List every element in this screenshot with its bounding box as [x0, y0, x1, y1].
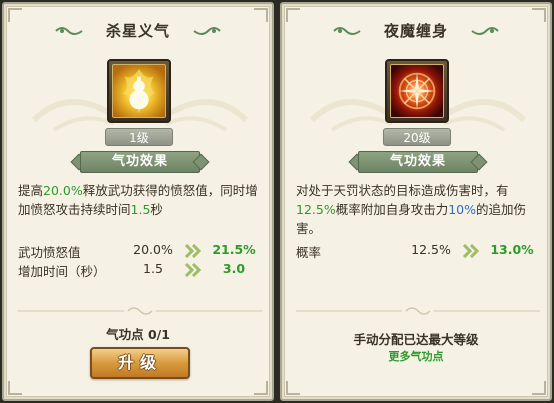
skill-points-text: 气功点 0/1	[106, 327, 170, 342]
red-vortex-icon	[390, 64, 444, 118]
section-banner: 气功效果	[346, 151, 490, 173]
desc-value: 10%	[448, 202, 477, 217]
desc-text: 秒	[150, 202, 163, 217]
desc-text: 对处于天罚状态的目标造成伤害时，有	[296, 183, 509, 198]
skill-level-badge: 20级	[383, 128, 451, 146]
skill-icon-frame[interactable]	[107, 59, 171, 123]
upgrade-button[interactable]: 升级	[90, 347, 190, 379]
stat-label: 武功愤怒值	[18, 245, 81, 260]
desc-text: 提高	[18, 183, 44, 198]
cloud-ornament-icon	[333, 27, 361, 35]
skill-description: 提高20.0%释放武功获得的愤怒值，同时增加愤怒攻击持续时间1.5秒	[18, 181, 260, 219]
section-label: 气功效果	[80, 151, 200, 173]
stat-row: 增加时间（秒） 1.5 3.0	[18, 261, 258, 279]
desc-text: 概率附加自身攻击力	[335, 202, 449, 217]
corner-ornament	[254, 381, 268, 395]
max-level-text: 手动分配已达最大等级	[353, 332, 479, 347]
corner-ornament	[532, 381, 546, 395]
skill-title-row: 杀星义气	[4, 20, 272, 42]
skill-title-row: 夜魔缠身	[282, 20, 550, 42]
skill-level-badge: 1级	[105, 128, 173, 146]
stat-label: 概率	[296, 245, 322, 260]
skill-icon-frame[interactable]	[385, 59, 449, 123]
stat-current: 12.5%	[411, 242, 451, 257]
stat-row: 概率 12.5% 13.0%	[296, 242, 536, 260]
cloud-ornament-icon	[55, 27, 83, 35]
double-chevron-right-icon	[184, 263, 202, 277]
cloud-ornament-icon	[193, 27, 221, 35]
stat-next: 3.0	[222, 261, 246, 276]
golden-gourd-icon	[112, 64, 166, 118]
skill-title: 夜魔缠身	[383, 22, 448, 40]
corner-ornament	[286, 381, 300, 395]
desc-value: 20.0%	[43, 183, 83, 198]
more-skill-points-link[interactable]: 更多气功点	[282, 348, 550, 364]
divider	[18, 307, 262, 315]
stat-row: 武功愤怒值 20.0% 21.5%	[18, 242, 258, 260]
stat-current: 1.5	[143, 261, 163, 276]
double-chevron-right-icon	[184, 244, 202, 258]
cloud-ornament-icon	[471, 27, 499, 35]
stat-label: 增加时间（秒）	[18, 264, 106, 279]
desc-value: 1.5	[130, 202, 151, 217]
skill-panel-left: 杀星义气 1级 气功效果 提高20.0%释放武功获得的愤怒值，同时增加愤怒攻击持…	[2, 2, 274, 401]
corner-ornament	[8, 381, 22, 395]
stat-current: 20.0%	[133, 242, 173, 257]
skill-description: 对处于天罚状态的目标造成伤害时，有12.5%概率附加自身攻击力10%的追加伤害。	[296, 181, 538, 238]
skill-title: 杀星义气	[105, 22, 170, 40]
section-banner: 气功效果	[68, 151, 212, 173]
skill-panel-right: 夜魔缠身 20级 气功效果 对处于天罚状态的目标造成伤害时，有12.5%概率附加…	[280, 2, 552, 401]
stat-next: 13.0%	[490, 242, 534, 257]
section-label: 气功效果	[358, 151, 478, 173]
desc-value: 12.5%	[296, 202, 336, 217]
stat-next: 21.5%	[212, 242, 256, 257]
divider	[296, 307, 540, 315]
double-chevron-right-icon	[462, 244, 480, 258]
